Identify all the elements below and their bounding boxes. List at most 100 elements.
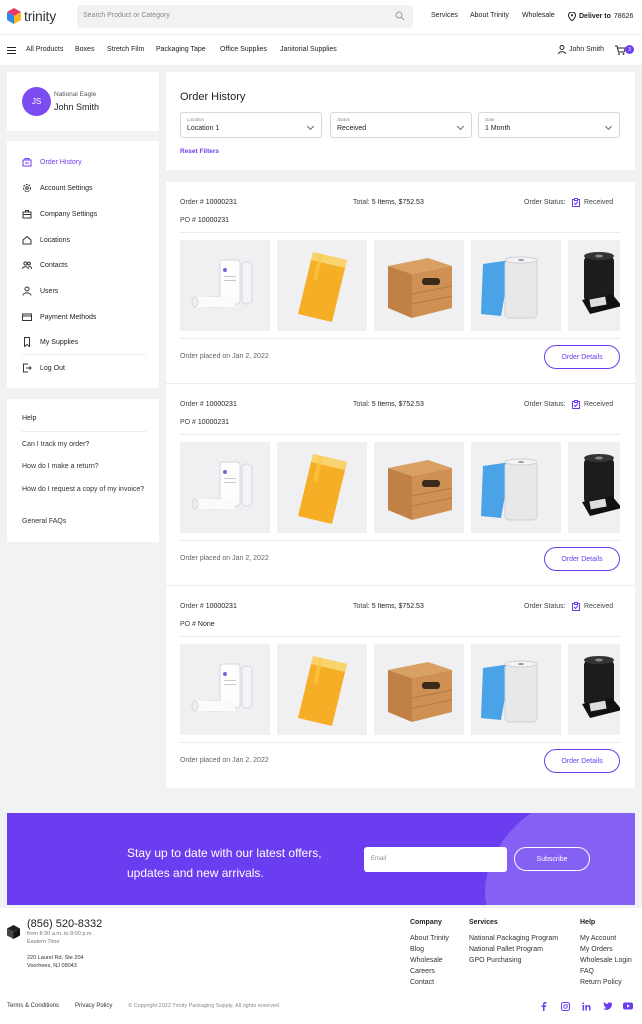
footer-link-packaging-program[interactable]: National Packaging Program — [469, 935, 558, 942]
help-question-faqs[interactable]: General FAQs — [22, 516, 147, 527]
product-thumb-padded-mailer[interactable] — [277, 644, 367, 735]
footer-address-line2: Voorhees, NJ 08043 — [27, 963, 77, 969]
product-thumb-padded-mailer[interactable] — [277, 442, 367, 533]
footer-company-title: Company — [410, 919, 442, 926]
order-details-button[interactable]: Order Details — [544, 749, 620, 773]
product-thumb-film-rolls[interactable] — [180, 240, 270, 331]
product-thumb-storage-box[interactable] — [374, 442, 464, 533]
about-trinity-link[interactable]: About Trinity — [470, 12, 509, 19]
account-sidebar: Order History Account Settings Company S… — [7, 141, 159, 388]
padded-mailer-image — [298, 454, 347, 524]
wholesale-link[interactable]: Wholesale — [522, 12, 555, 19]
sidebar-item-company-settings[interactable]: Company Settings — [22, 208, 97, 220]
nav-stretch-film[interactable]: Stretch Film — [107, 46, 144, 53]
search-input[interactable]: Search Product or Category — [83, 12, 170, 19]
order-status-label: Order Status: — [524, 401, 566, 408]
instagram-icon[interactable] — [560, 1001, 570, 1011]
nav-office-supplies[interactable]: Office Supplies — [220, 46, 267, 53]
footer-link-wholesale-login[interactable]: Wholesale Login — [580, 957, 632, 964]
nav-janitorial-supplies[interactable]: Janitorial Supplies — [280, 46, 337, 53]
contacts-icon — [22, 260, 32, 270]
order-status-label: Order Status: — [524, 199, 566, 206]
reset-filters-link[interactable]: Reset Filters — [180, 148, 219, 155]
sidebar-item-locations[interactable]: Locations — [22, 234, 70, 246]
footer-link-contact[interactable]: Contact — [410, 979, 434, 986]
nav-all-products[interactable]: All Products — [26, 46, 63, 53]
facebook-icon[interactable] — [539, 1001, 549, 1011]
logout-icon — [22, 363, 32, 373]
deliver-label: Deliver to — [579, 13, 611, 20]
nav-user-name[interactable]: John Smith — [569, 46, 604, 53]
footer-link-blog[interactable]: Blog — [410, 946, 424, 953]
order-placed-date: Order placed on Jan 2, 2022 — [180, 353, 269, 360]
product-thumb-film-rolls[interactable] — [180, 442, 270, 533]
search-icon[interactable] — [395, 11, 405, 21]
footer-link-pallet-program[interactable]: National Pallet Program — [469, 946, 543, 953]
footer-link-careers[interactable]: Careers — [410, 968, 435, 975]
footer-phone[interactable]: (856) 520-8332 — [27, 918, 102, 930]
footer-link-wholesale[interactable]: Wholesale — [410, 957, 443, 964]
location-select[interactable]: Location Location 1 — [180, 112, 322, 138]
order-divider — [180, 540, 620, 541]
footer-link-about[interactable]: About Trinity — [410, 935, 449, 942]
trinity-cube-icon — [7, 925, 20, 939]
status-select[interactable]: Status Received — [330, 112, 472, 138]
help-question-track[interactable]: Can I track my order? — [22, 439, 147, 450]
help-card: Help Can I track my order? How do I make… — [7, 399, 159, 542]
product-thumb-tape-roll[interactable] — [471, 644, 561, 735]
user-icon — [22, 286, 32, 296]
home-icon — [22, 235, 32, 245]
sidebar-item-account-settings[interactable]: Account Settings — [22, 182, 93, 194]
user-icon[interactable] — [558, 45, 566, 54]
order-details-button[interactable]: Order Details — [544, 547, 620, 571]
product-thumb-tape-roll[interactable] — [471, 442, 561, 533]
sidebar-item-log-out[interactable]: Log Out — [22, 362, 65, 374]
footer-link-my-account[interactable]: My Account — [580, 935, 616, 942]
linkedin-icon[interactable] — [581, 1001, 591, 1011]
nav-packaging-tape[interactable]: Packaging Tape — [156, 46, 206, 53]
product-thumb-padded-mailer[interactable] — [277, 240, 367, 331]
sidebar-item-contacts[interactable]: Contacts — [22, 259, 68, 271]
footer-link-gpo[interactable]: GPO Purchasing — [469, 957, 522, 964]
help-question-invoice[interactable]: How do I request a copy of my invoice? — [22, 484, 147, 495]
footer-link-my-orders[interactable]: My Orders — [580, 946, 613, 953]
trinity-logo[interactable]: trinity — [7, 8, 56, 24]
product-thumb-storage-box[interactable] — [374, 240, 464, 331]
deliver-to[interactable]: Deliver to 78626 — [568, 12, 633, 21]
date-select[interactable]: Date 1 Month — [478, 112, 620, 138]
sidebar-item-label: Locations — [40, 236, 70, 244]
twitter-icon[interactable] — [602, 1001, 612, 1011]
order-details-button[interactable]: Order Details — [544, 345, 620, 369]
subscribe-button[interactable]: Subscribe — [514, 847, 590, 871]
services-link[interactable]: Services — [431, 12, 458, 19]
product-thumb-tape-roll[interactable] — [471, 240, 561, 331]
nav-boxes[interactable]: Boxes — [75, 46, 94, 53]
status-label: Status — [337, 117, 350, 122]
product-thumb-film-rolls[interactable] — [180, 644, 270, 735]
footer: (856) 520-8332 from 8:30 a.m. to 8:00 p.… — [0, 908, 642, 1024]
profile-company: National Eagle — [54, 91, 97, 98]
sidebar-item-my-supplies[interactable]: My Supplies — [22, 336, 78, 348]
search-bar[interactable]: Search Product or Category — [77, 5, 413, 28]
help-question-return[interactable]: How do I make a return? — [22, 461, 147, 472]
sidebar-item-users[interactable]: Users — [22, 285, 58, 297]
cart-icon — [22, 157, 32, 167]
product-thumb-storage-box[interactable] — [374, 644, 464, 735]
footer-link-faq[interactable]: FAQ — [580, 968, 594, 975]
email-placeholder: Email — [371, 856, 387, 862]
credit-card-icon — [22, 312, 32, 322]
logo-text: trinity — [24, 8, 57, 24]
product-thumb-black-film[interactable] — [568, 240, 620, 331]
sidebar-item-label: My Supplies — [40, 338, 79, 346]
sidebar-item-order-history[interactable]: Order History — [22, 156, 82, 168]
hamburger-menu-icon[interactable] — [7, 47, 16, 54]
youtube-icon[interactable] — [623, 1001, 633, 1011]
avatar: JS — [22, 87, 51, 116]
footer-link-return-policy[interactable]: Return Policy — [580, 979, 622, 986]
sidebar-item-payment-methods[interactable]: Payment Methods — [22, 311, 96, 323]
footer-terms-link[interactable]: Terms & Conditions — [7, 1003, 59, 1009]
footer-privacy-link[interactable]: Privacy Policy — [75, 1003, 112, 1009]
product-thumb-black-film[interactable] — [568, 442, 620, 533]
newsletter-email-input[interactable]: Email — [364, 847, 507, 872]
product-thumb-black-film[interactable] — [568, 644, 620, 735]
